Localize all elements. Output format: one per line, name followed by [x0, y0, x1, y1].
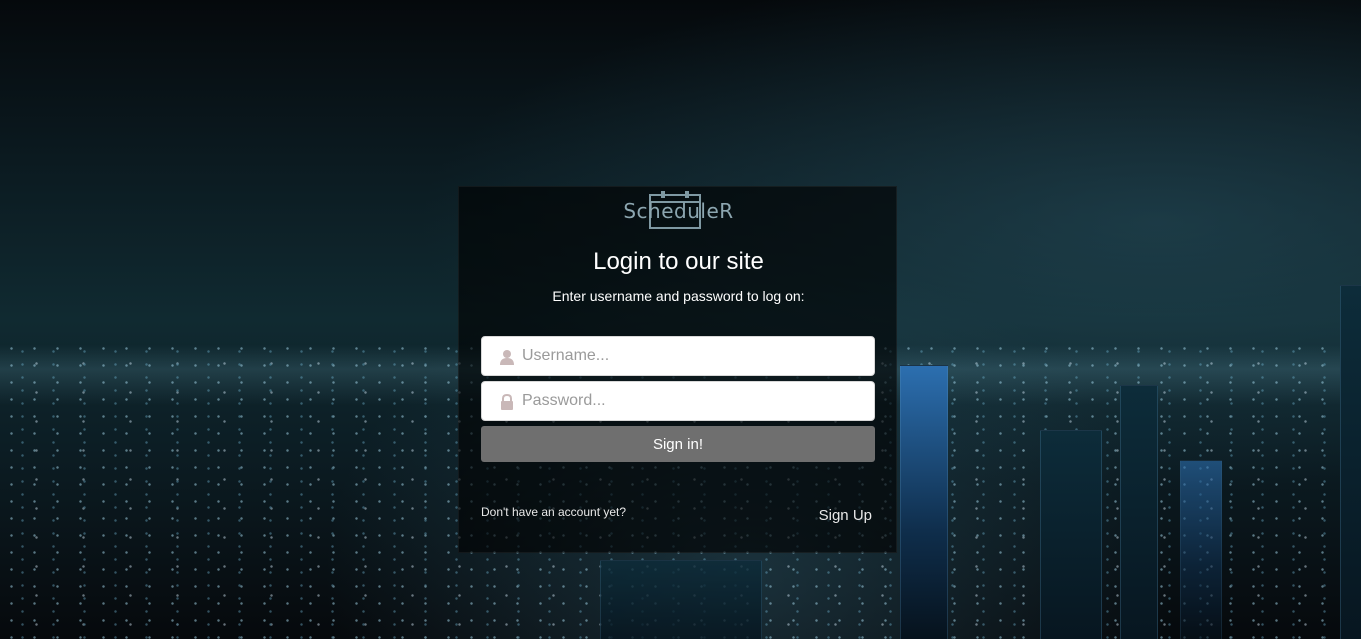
skyscraper: [1040, 430, 1102, 639]
brand-logo: ScheduleR: [459, 187, 898, 231]
brand-name: ScheduleR: [623, 199, 734, 223]
sign-in-button[interactable]: Sign in!: [481, 426, 875, 462]
lock-icon: [501, 394, 513, 410]
sign-up-link[interactable]: Sign Up: [819, 507, 872, 524]
login-subtitle: Enter username and password to log on:: [552, 288, 805, 304]
username-field[interactable]: [481, 336, 875, 376]
skyscraper: [600, 560, 762, 639]
skyscraper: [900, 365, 948, 639]
skyscraper: [1180, 460, 1222, 639]
no-account-text: Don't have an account yet?: [481, 505, 627, 519]
password-input[interactable]: [522, 382, 862, 420]
skyscraper: [1340, 285, 1361, 639]
login-title: Login to our site: [593, 248, 764, 275]
username-input[interactable]: [522, 337, 862, 375]
skyscraper: [1120, 385, 1158, 639]
login-card: ScheduleR Login to our site Enter userna…: [458, 186, 897, 553]
password-field[interactable]: [481, 381, 875, 421]
user-icon: [500, 350, 514, 365]
